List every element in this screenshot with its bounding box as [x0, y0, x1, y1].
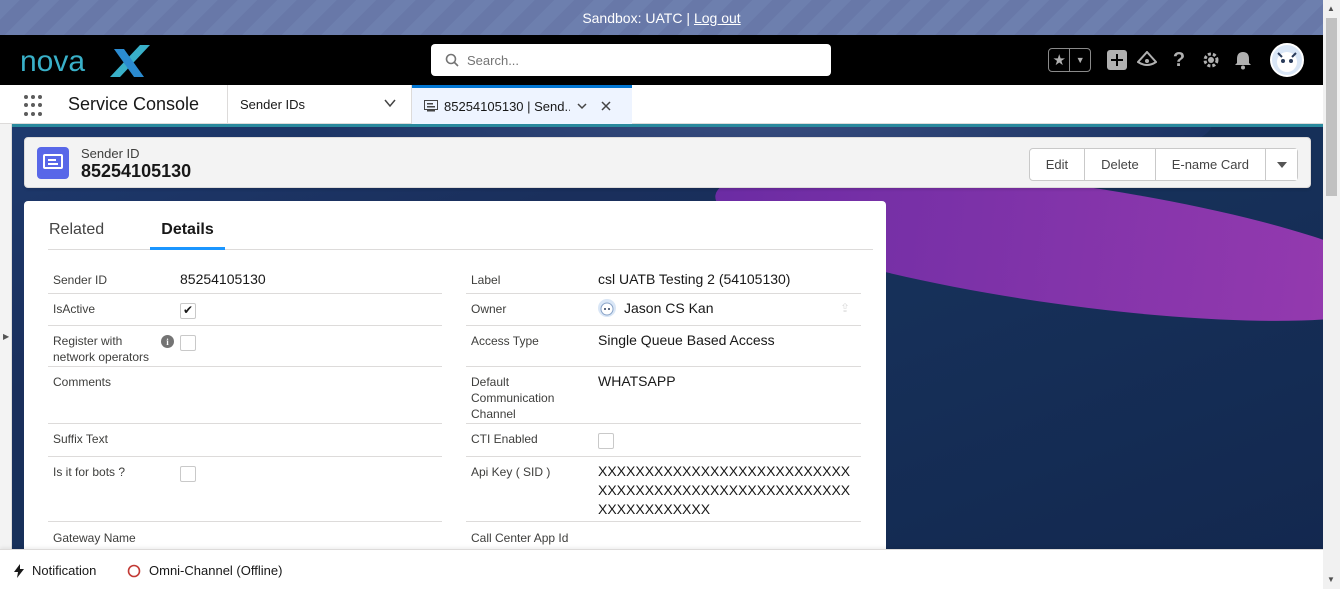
details-card: Related Details Sender ID 85254105130 Is…	[24, 201, 886, 549]
logo-text: nova	[20, 45, 85, 78]
navigation-bar: Service Console Sender IDs 85254105130 |…	[0, 85, 1323, 124]
novax-logo[interactable]: nova	[18, 41, 158, 81]
register-checkbox	[180, 335, 196, 351]
scroll-up-icon[interactable]: ▲	[1327, 4, 1335, 13]
field-label: Owner	[471, 302, 507, 316]
field-label: Label	[471, 273, 501, 287]
field-sender-id: Sender ID 85254105130	[48, 271, 442, 294]
notification-label: Notification	[32, 563, 97, 578]
star-icon[interactable]: ★	[1049, 49, 1071, 71]
field-label: Suffix Text	[53, 432, 108, 446]
bots-checkbox	[180, 466, 196, 482]
app-launcher-icon[interactable]	[24, 95, 46, 117]
field-label: CTI Enabled	[471, 432, 538, 446]
field-value: 85254105130	[180, 271, 266, 287]
offline-status-icon	[127, 564, 141, 577]
field-value: XXXXXXXXXXXXXXXXXXXXXXXXXXXXXXXXXXXXXXXX…	[598, 463, 851, 517]
record-type-label: Sender ID	[81, 146, 140, 161]
field-default-communication-channel: Default Communication Channel WHATSAPP	[466, 373, 861, 424]
chevron-down-icon[interactable]	[576, 100, 588, 112]
field-value: csl UATB Testing 2 (54105130)	[598, 271, 791, 287]
owner-avatar	[598, 299, 616, 317]
utility-bar: Notification Omni-Channel (Offline)	[0, 549, 1323, 589]
search-icon	[445, 53, 459, 67]
help-icon[interactable]: ?	[1167, 48, 1191, 72]
utility-omni-channel[interactable]: Omni-Channel (Offline)	[127, 563, 282, 578]
trailhead-icon[interactable]	[1135, 48, 1159, 72]
app-name: Service Console	[68, 94, 200, 114]
field-register-network-operators: Register with network operators i	[48, 333, 442, 367]
gear-icon[interactable]	[1199, 48, 1223, 72]
field-label: Register with network operators	[53, 334, 150, 364]
user-avatar[interactable]	[1270, 43, 1304, 77]
e-name-card-button[interactable]: E-name Card	[1155, 149, 1266, 180]
lightning-icon	[14, 563, 24, 578]
record-header: Sender ID 85254105130 Edit Delete E-name…	[24, 137, 1311, 188]
field-label: Comments	[53, 375, 112, 389]
logout-link[interactable]: Log out	[694, 10, 741, 26]
field-is-for-bots: Is it for bots ?	[48, 464, 442, 522]
record-tab[interactable]: 85254105130 | Send...	[412, 85, 632, 124]
cti-checkbox	[598, 433, 614, 449]
record-tabs: Related Details	[48, 201, 873, 250]
more-actions-button[interactable]	[1266, 149, 1297, 180]
sandbox-banner: Sandbox: UATC | Log out	[0, 0, 1323, 35]
field-value: Single Queue Based Access	[598, 332, 775, 348]
add-icon[interactable]	[1105, 48, 1129, 72]
field-isactive: IsActive	[48, 301, 442, 326]
field-owner: Owner Jason CS Kan ⇪	[466, 299, 861, 326]
left-panel-toggle[interactable]: ▶	[0, 124, 12, 549]
tab-related[interactable]: Related	[49, 221, 104, 249]
record-actions: Edit Delete E-name Card	[1028, 148, 1298, 181]
record-title: 85254105130	[81, 161, 192, 181]
sender-id-record-icon	[37, 147, 69, 179]
tab-details[interactable]: Details	[150, 221, 225, 250]
scroll-down-icon[interactable]: ▼	[1327, 575, 1335, 584]
close-icon[interactable]	[600, 100, 612, 112]
field-label: Sender ID	[53, 273, 108, 287]
field-suffix-text: Suffix Text	[48, 431, 442, 457]
field-label: Api Key ( SID )	[471, 465, 551, 479]
field-label-name: Label csl UATB Testing 2 (54105130)	[466, 271, 861, 294]
chevron-down-icon[interactable]	[382, 95, 398, 111]
scroll-thumb[interactable]	[1326, 18, 1337, 196]
change-owner-icon[interactable]: ⇪	[840, 301, 850, 315]
chevron-down-icon[interactable]: ▼	[1070, 49, 1090, 71]
field-label: Default Communication Channel	[471, 375, 555, 421]
utility-notification[interactable]: Notification	[14, 563, 96, 578]
global-search[interactable]	[431, 44, 831, 76]
favorites-group: ★ ▼	[1048, 48, 1091, 72]
field-label: Gateway Name	[53, 531, 136, 545]
owner-link[interactable]: Jason CS Kan	[624, 299, 714, 318]
chevron-right-icon: ▶	[3, 332, 10, 341]
search-input[interactable]	[467, 52, 807, 68]
field-cti-enabled: CTI Enabled	[466, 431, 861, 457]
global-header: nova ★ ▼ ?	[0, 35, 1323, 85]
nav-object-tab-sender-ids[interactable]: Sender IDs	[240, 97, 305, 112]
record-tab-label: 85254105130 | Send...	[444, 98, 570, 114]
sandbox-label: Sandbox: UATC |	[582, 9, 690, 26]
info-icon[interactable]: i	[161, 335, 174, 348]
page-scrollbar[interactable]: ▲ ▼	[1323, 0, 1340, 589]
field-access-type: Access Type Single Queue Based Access	[466, 332, 861, 367]
field-label: Is it for bots ?	[53, 465, 126, 479]
field-comments: Comments	[48, 374, 442, 424]
field-label: Access Type	[471, 334, 539, 348]
notification-bell-icon[interactable]	[1231, 48, 1255, 72]
omni-channel-label: Omni-Channel (Offline)	[149, 563, 283, 578]
isactive-checkbox	[180, 303, 196, 319]
delete-button[interactable]: Delete	[1085, 149, 1156, 180]
field-call-center-app-id: Call Center App Id	[466, 530, 861, 549]
field-label: Call Center App Id	[471, 531, 569, 545]
chevron-down-icon	[1276, 161, 1287, 168]
field-api-key: Api Key ( SID ) XXXXXXXXXXXXXXXXXXXXXXXX…	[466, 463, 861, 522]
field-value: WHATSAPP	[598, 373, 676, 389]
field-gateway-name: Gateway Name	[48, 530, 442, 549]
field-label: IsActive	[53, 302, 96, 316]
edit-button[interactable]: Edit	[1029, 149, 1086, 180]
record-icon	[424, 100, 438, 112]
